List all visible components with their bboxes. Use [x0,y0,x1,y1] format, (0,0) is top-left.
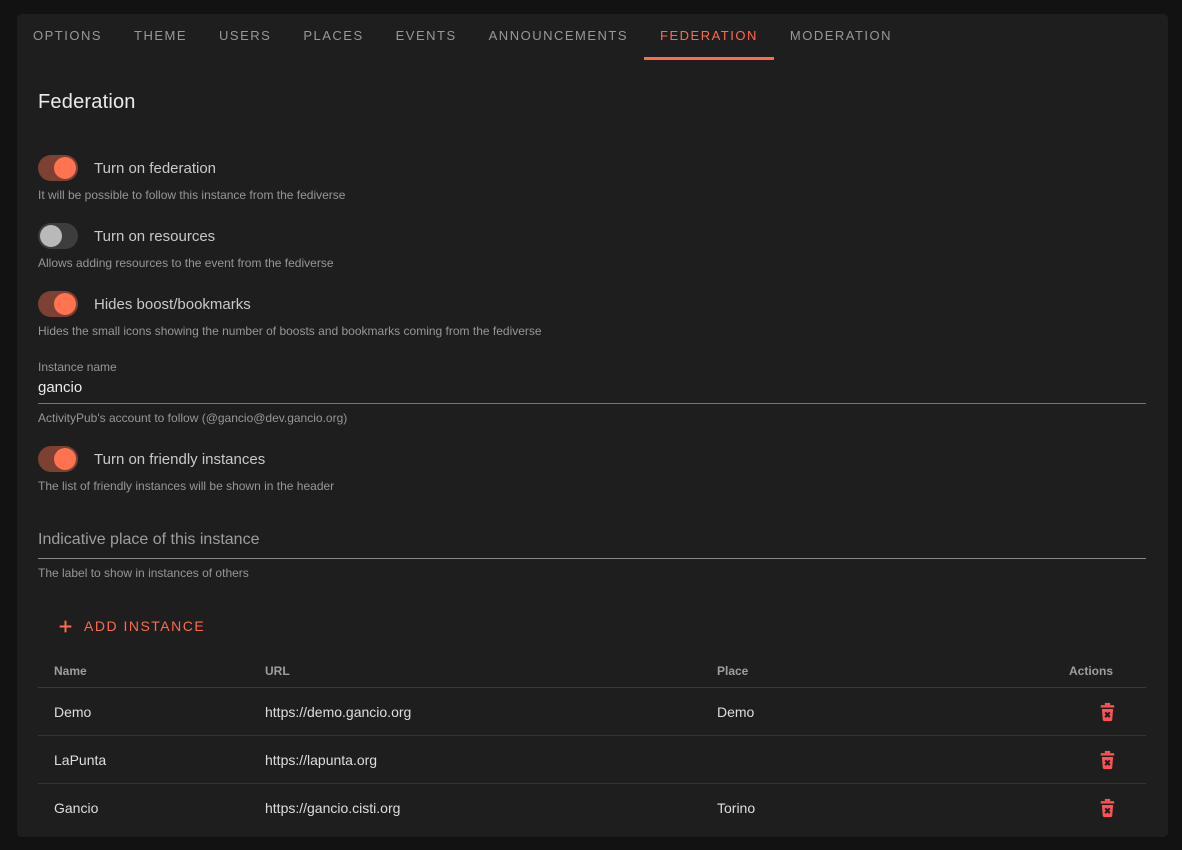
delete-instance-button[interactable] [1095,792,1119,824]
plus-icon [56,617,75,636]
friendly-instances-toggle-label: Turn on friendly instances [94,451,265,468]
column-header-url: URL [265,664,717,678]
tab-federation[interactable]: FEDERATION [644,14,774,60]
instance-place-input[interactable] [38,529,1146,559]
resources-toggle[interactable] [38,223,78,249]
table-row: Gancio https://gancio.cisti.org Torino [38,784,1146,832]
instance-place-hint: The label to show in instances of others [38,566,1146,580]
setting-boost: Hides boost/bookmarks Hides the small ic… [38,291,1146,338]
instance-name-field: Instance name ActivityPub's account to f… [38,360,1146,425]
trash-x-icon [1097,700,1118,724]
instance-place-field: The label to show in instances of others [38,529,1146,580]
instance-url-cell: https://lapunta.org [265,752,717,768]
boost-bookmarks-toggle[interactable] [38,291,78,317]
resources-toggle-label: Turn on resources [94,228,215,245]
resources-toggle-hint: Allows adding resources to the event fro… [38,256,1146,270]
federation-toggle-label: Turn on federation [94,160,216,177]
column-header-place: Place [717,664,996,678]
instances-table-header: Name URL Place Actions [38,654,1146,688]
toggle-thumb [54,157,76,179]
federation-settings: Federation Turn on federation It will be… [17,91,1168,832]
tab-options[interactable]: OPTIONS [17,14,118,60]
instance-url-cell: https://gancio.cisti.org [265,800,717,816]
instance-name-label: Instance name [38,360,1146,374]
toggle-thumb [54,448,76,470]
instance-name-hint: ActivityPub's account to follow (@gancio… [38,411,1146,425]
delete-instance-button[interactable] [1095,744,1119,776]
friendly-instances-toggle-hint: The list of friendly instances will be s… [38,479,1146,493]
trash-x-icon [1097,796,1118,820]
instance-place-cell: Demo [717,704,996,720]
table-row: Demo https://demo.gancio.org Demo [38,688,1146,736]
table-row: LaPunta https://lapunta.org [38,736,1146,784]
instance-place-cell: Torino [717,800,996,816]
instances-table: Name URL Place Actions Demo https://demo… [38,654,1146,832]
admin-tabs: OPTIONS THEME USERS PLACES EVENTS ANNOUN… [17,14,1168,60]
toggle-thumb [40,225,62,247]
setting-federation: Turn on federation It will be possible t… [38,155,1146,202]
setting-resources: Turn on resources Allows adding resource… [38,223,1146,270]
delete-instance-button[interactable] [1095,696,1119,728]
instance-name-cell: Gancio [38,800,265,816]
boost-bookmarks-toggle-hint: Hides the small icons showing the number… [38,324,1146,338]
admin-panel-card: OPTIONS THEME USERS PLACES EVENTS ANNOUN… [17,14,1168,837]
setting-friendly-instances: Turn on friendly instances The list of f… [38,446,1146,493]
instance-name-input[interactable] [38,374,1146,404]
federation-toggle-hint: It will be possible to follow this insta… [38,188,1146,202]
boost-bookmarks-toggle-label: Hides boost/bookmarks [94,296,251,313]
page-title: Federation [38,91,1146,114]
instance-url-cell: https://demo.gancio.org [265,704,717,720]
federation-toggle[interactable] [38,155,78,181]
toggle-thumb [54,293,76,315]
add-instance-button-label: ADD INSTANCE [84,618,205,634]
tab-announcements[interactable]: ANNOUNCEMENTS [473,14,644,60]
tab-theme[interactable]: THEME [118,14,203,60]
friendly-instances-toggle[interactable] [38,446,78,472]
tab-moderation[interactable]: MODERATION [774,14,908,60]
trash-x-icon [1097,748,1118,772]
tab-users[interactable]: USERS [203,14,287,60]
tab-places[interactable]: PLACES [287,14,379,60]
instance-name-cell: Demo [38,704,265,720]
add-instance-button[interactable]: ADD INSTANCE [48,608,213,644]
tab-events[interactable]: EVENTS [380,14,473,60]
column-header-name: Name [38,664,265,678]
instance-name-cell: LaPunta [38,752,265,768]
column-header-actions: Actions [996,664,1146,678]
